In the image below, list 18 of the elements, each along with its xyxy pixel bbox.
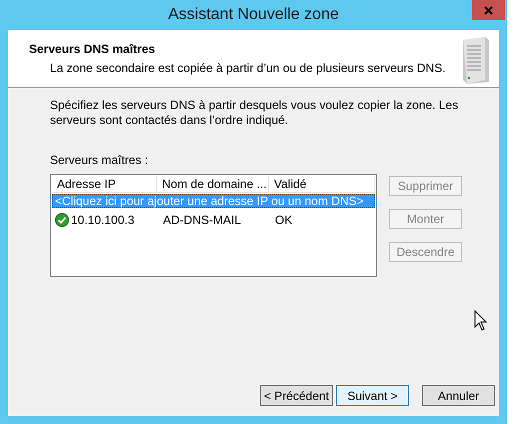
- page-subtitle: La zone secondaire est copiée à partir d’un ou de plusieurs serveurs DNS.: [49, 60, 446, 77]
- mouse-pointer-icon: [474, 310, 487, 331]
- table-cell-text: AD-DNS-MAIL: [163, 212, 242, 229]
- master-servers-list[interactable]: Adresse IP Nom de domaine ... Validé <Cliquez ici pour ajouter une adresse IP ou un nom DNS> 10.10.100.3 AD-DNS-MAIL OK: [50, 174, 377, 277]
- wizard-button[interactable]: < Précédent: [260, 385, 333, 406]
- column-header[interactable]: Nom de domaine ...: [157, 176, 269, 192]
- column-header[interactable]: Adresse IP: [52, 176, 157, 192]
- wizard-button[interactable]: Annuler: [422, 385, 495, 406]
- close-button[interactable]: [472, 0, 505, 20]
- instructions-text: Spécifiez les serveurs DNS à partir desquels vous voulez copier la zone. Les serveurs sont contactés dans l’ordre indiqué.: [50, 98, 460, 128]
- page-title: Serveurs DNS maîtres: [29, 41, 156, 58]
- window-title: Assistant Nouvelle zone: [168, 5, 339, 25]
- list-label: Serveurs maîtres :: [50, 152, 150, 169]
- wizard-button[interactable]: Suivant >: [336, 385, 409, 406]
- table-cell-text: OK: [275, 212, 292, 229]
- table-cell-text: 10.10.100.3: [71, 212, 134, 229]
- close-icon: [484, 6, 493, 14]
- column-header[interactable]: Validé: [269, 176, 375, 192]
